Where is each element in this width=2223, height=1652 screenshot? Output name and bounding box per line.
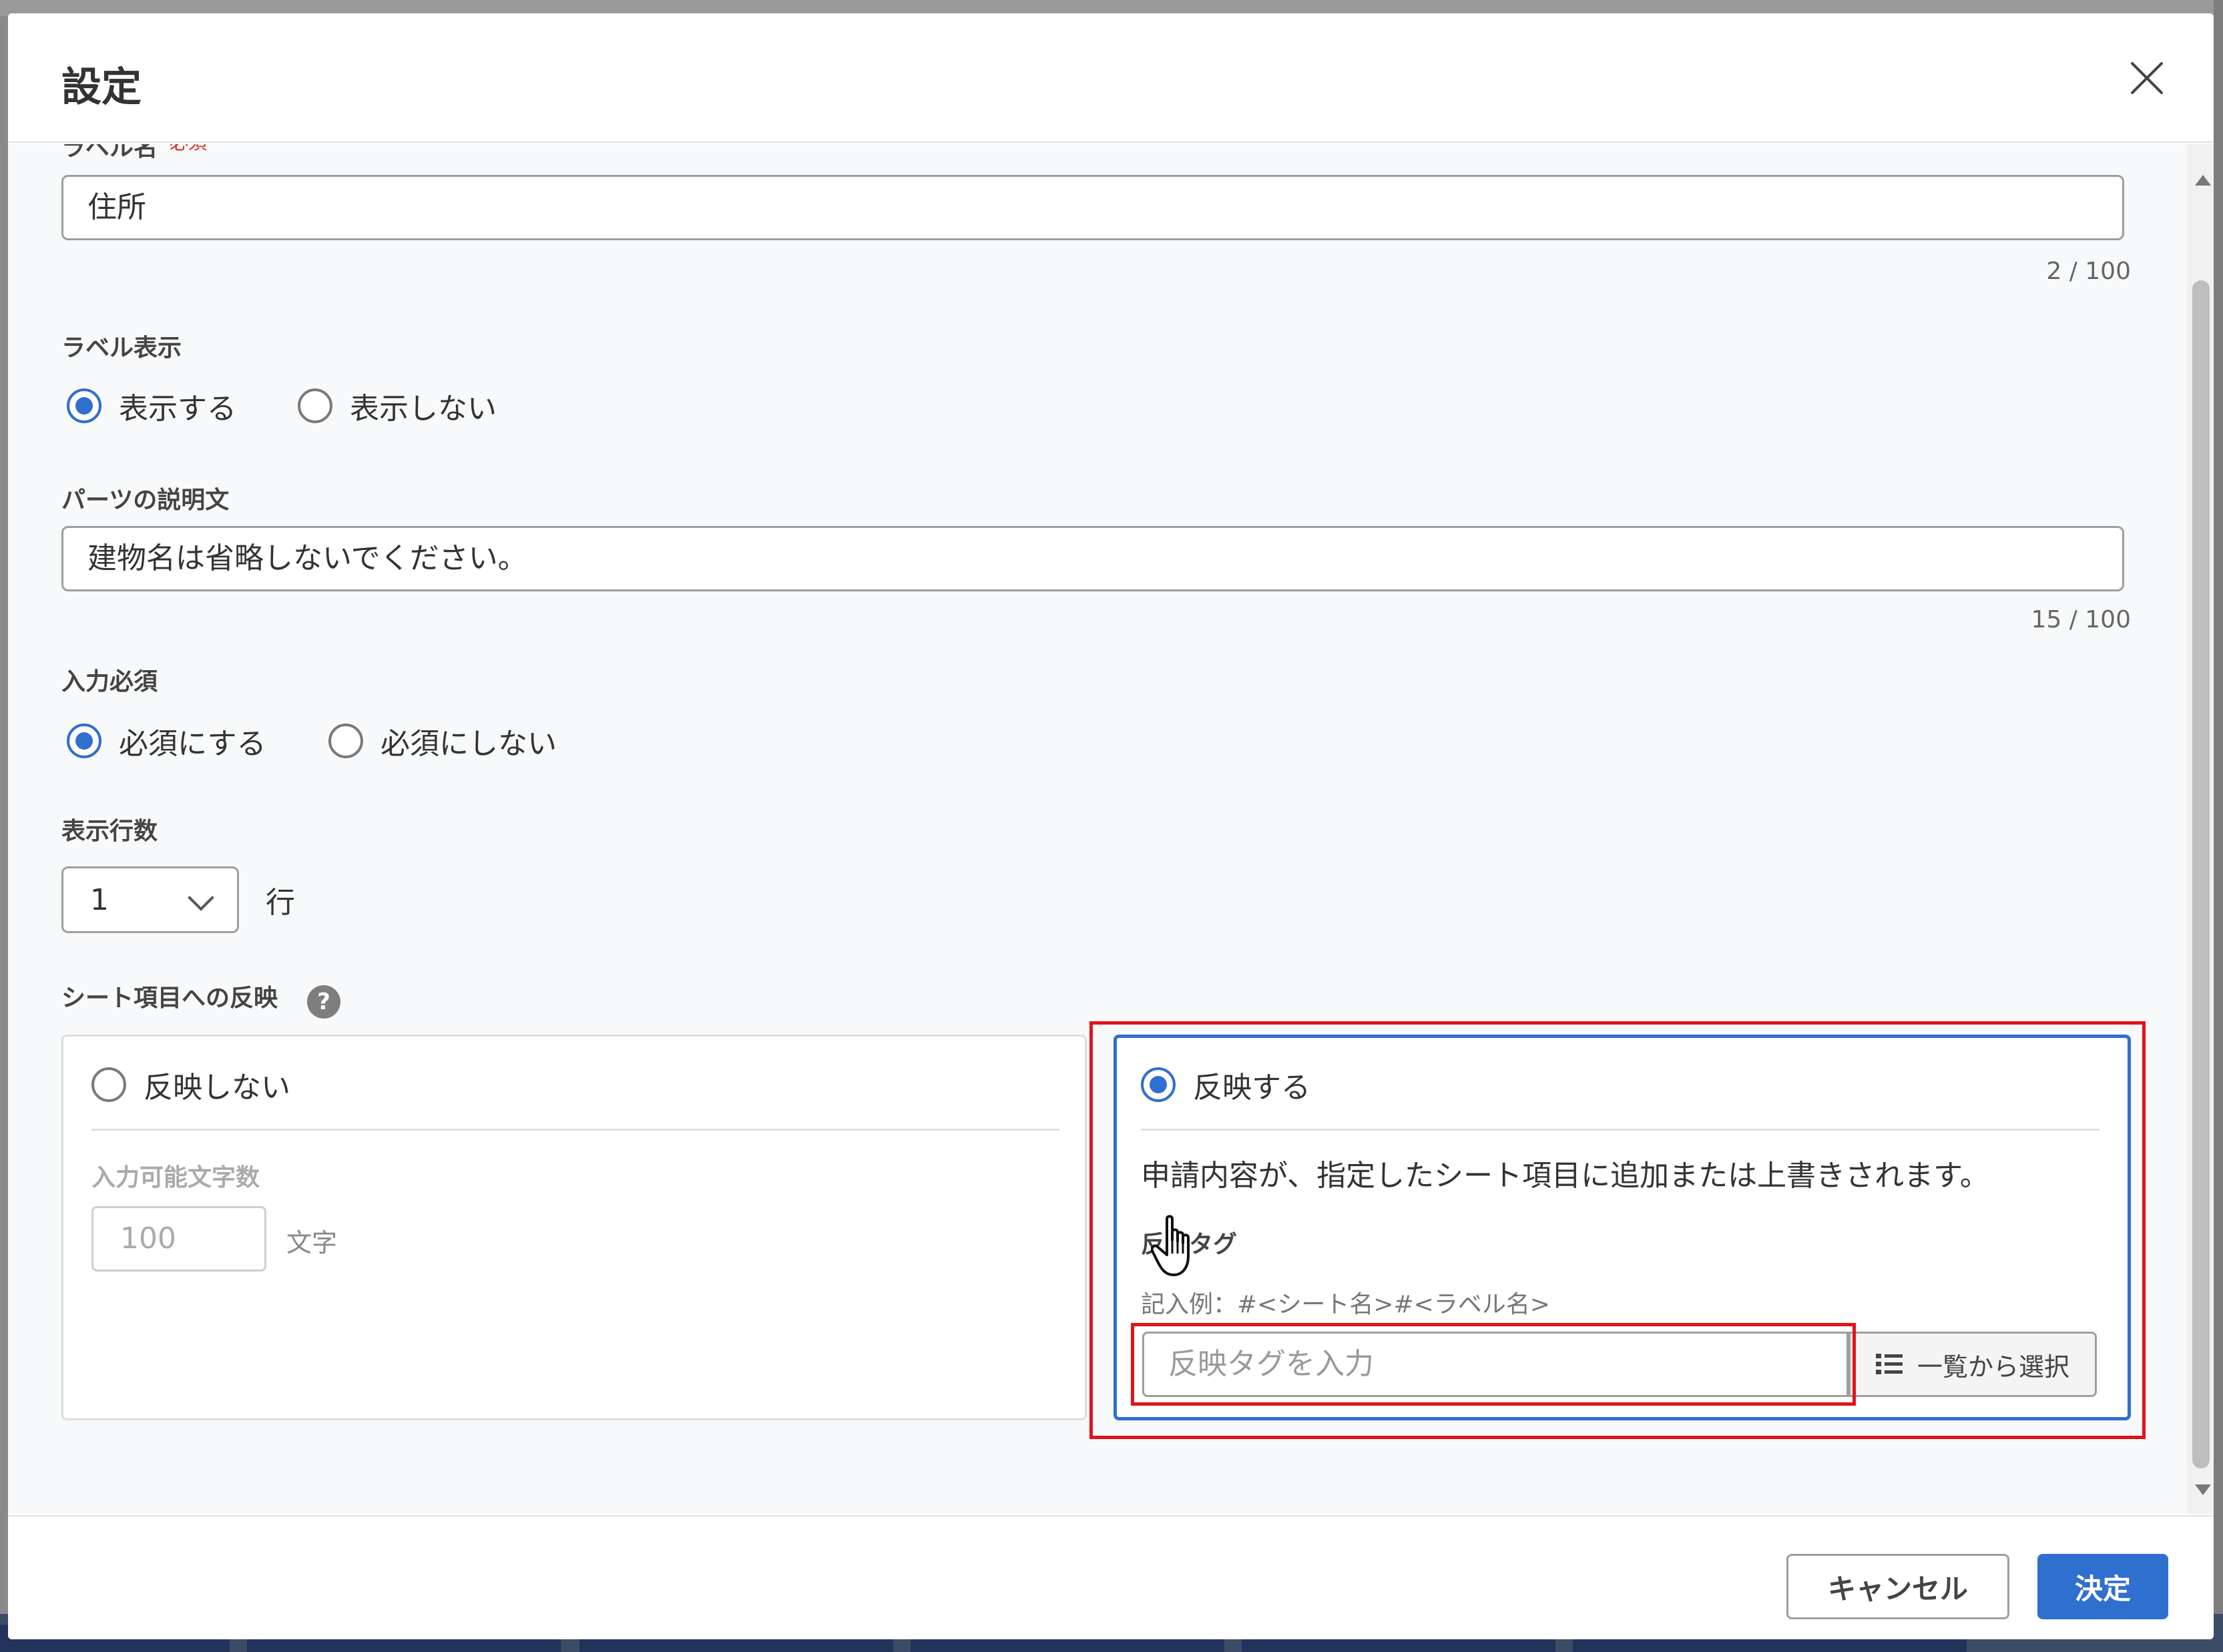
scroll-up-icon[interactable]	[2195, 175, 2211, 186]
close-icon[interactable]	[2123, 55, 2170, 101]
radio-required-no[interactable]: 必須にしない	[328, 721, 557, 761]
rows-label: 表示行数	[61, 818, 158, 845]
background-app-edge	[2214, 0, 2223, 1652]
radio-unselected-icon	[298, 388, 332, 423]
required-label: 入力必須	[61, 668, 158, 696]
scrollbar-thumb[interactable]	[2192, 280, 2210, 1468]
radio-selected-icon	[67, 388, 101, 423]
label-name-label: ラベル名*必須	[61, 144, 207, 163]
char-limit-input: 100	[91, 1206, 266, 1272]
char-unit: 文字	[286, 1228, 338, 1258]
question-circle-icon[interactable]: ?	[307, 985, 340, 1019]
reflect-tag-example: 記入例：#<シート名>#<ラベル名>	[1141, 1291, 1550, 1318]
radio-label-display-hide[interactable]: 表示しない	[298, 386, 497, 426]
sheet-reflect-label: シート項目への反映	[61, 985, 278, 1012]
divider	[91, 1129, 1059, 1131]
chevron-down-icon	[188, 884, 214, 911]
list-icon	[1875, 1354, 1903, 1375]
radio-unselected-icon	[328, 724, 363, 758]
radio-label-display-show[interactable]: 表示する	[67, 386, 236, 426]
dialog-footer: キャンセル 決定	[8, 1515, 2214, 1639]
select-from-list-button[interactable]: 一覧から選択	[1848, 1332, 2097, 1397]
label-display-label: ラベル表示	[61, 334, 182, 362]
scroll-down-icon[interactable]	[2195, 1484, 2211, 1495]
radio-selected-icon	[67, 724, 101, 758]
cancel-button[interactable]: キャンセル	[1786, 1554, 2009, 1619]
reflect-description: 申請内容が、指定したシート項目に追加または上書きされます。	[1141, 1159, 1989, 1193]
dialog-title: 設定	[61, 64, 142, 111]
reflect-tag-label: 反映タグ	[1141, 1231, 1238, 1258]
radio-unselected-icon	[91, 1067, 126, 1102]
dialog-body: ラベル名*必須 住所 2 / 100 ラベル表示 表示する 表示しない パーツの…	[8, 144, 2214, 1514]
ok-button[interactable]: 決定	[2037, 1554, 2168, 1619]
description-label: パーツの説明文	[61, 487, 230, 514]
description-counter: 15 / 100	[2031, 606, 2131, 633]
rows-select[interactable]: 1	[61, 866, 239, 933]
reflect-card[interactable]: 反映する 申請内容が、指定したシート項目に追加または上書きされます。 反映タグ …	[1114, 1035, 2131, 1420]
label-name-counter: 2 / 100	[2046, 258, 2131, 285]
description-input[interactable]: 建物名は省略しないでください。	[61, 526, 2124, 591]
dialog-header: 設定	[8, 13, 2214, 143]
label-name-input[interactable]: 住所	[61, 175, 2124, 240]
char-limit-label: 入力可能文字数	[91, 1164, 260, 1191]
divider	[1141, 1129, 2100, 1131]
radio-no-reflect[interactable]: 反映しない	[91, 1065, 290, 1105]
radio-reflect[interactable]: 反映する	[1141, 1065, 1310, 1105]
no-reflect-card[interactable]: 反映しない 入力可能文字数 100 文字	[61, 1035, 1087, 1420]
settings-dialog: 設定 ラベル名*必須 住所 2 / 100 ラベル表示 表示する 表示しない パ…	[8, 13, 2214, 1639]
radio-required-yes[interactable]: 必須にする	[67, 721, 266, 761]
required-mark: *必須	[160, 144, 207, 154]
rows-unit: 行	[266, 886, 295, 920]
radio-selected-icon	[1141, 1067, 1176, 1102]
reflect-tag-input[interactable]: 反映タグを入力	[1142, 1332, 1848, 1397]
